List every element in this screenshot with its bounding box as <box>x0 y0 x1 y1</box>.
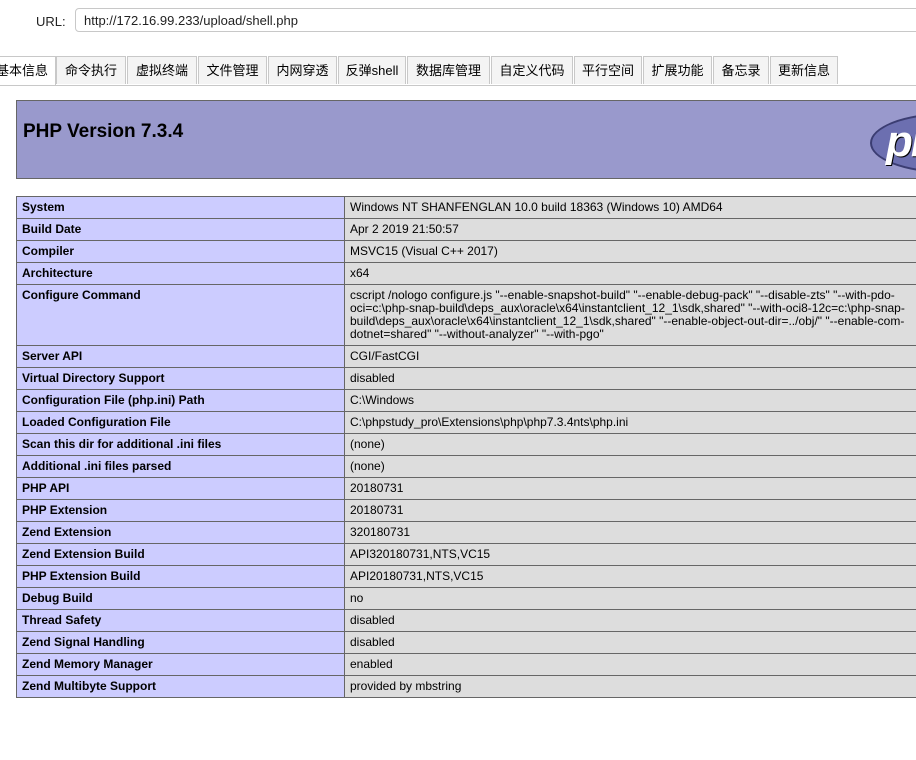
table-row: Zend Extension 320180731 <box>16 521 916 544</box>
table-row: Zend Memory Manager enabled <box>16 653 916 676</box>
row-key: Virtual Directory Support <box>16 367 345 390</box>
table-row: Configure Command cscript /nologo configu… <box>16 284 916 346</box>
row-value: Apr 2 2019 21:50:57 <box>344 218 916 241</box>
table-row: Zend Signal Handling disabled <box>16 631 916 654</box>
row-key: Server API <box>16 345 345 368</box>
row-key: Zend Memory Manager <box>16 653 345 676</box>
tab-parallel-space[interactable]: 平行空间 <box>574 56 642 84</box>
row-key: System <box>16 196 345 219</box>
php-version-header: PHP Version 7.3.4 php <box>16 100 916 179</box>
tab-virtual-terminal[interactable]: 虚拟终端 <box>127 56 197 84</box>
row-key: PHP Extension Build <box>16 565 345 588</box>
row-value: disabled <box>344 367 916 390</box>
url-bar: URL: <box>0 0 916 40</box>
php-logo: php <box>870 113 916 173</box>
row-value: enabled <box>344 653 916 676</box>
row-key: Scan this dir for additional .ini files <box>16 433 345 456</box>
table-row: System Windows NT SHANFENGLAN 10.0 build … <box>16 196 916 219</box>
tab-basic-info[interactable]: 基本信息 <box>0 56 56 85</box>
row-key: Zend Multibyte Support <box>16 675 345 698</box>
table-row: PHP Extension 20180731 <box>16 499 916 522</box>
url-label: URL: <box>36 14 66 29</box>
table-row: Architecture x64 <box>16 262 916 285</box>
row-value: cscript /nologo configure.js "--enable-s… <box>344 284 916 346</box>
table-row: PHP Extension Build API20180731,NTS,VC15 <box>16 565 916 588</box>
table-row: Scan this dir for additional .ini files(… <box>16 433 916 456</box>
table-row: Zend Extension Build API320180731,NTS,VC1… <box>16 543 916 566</box>
row-key: Compiler <box>16 240 345 263</box>
row-key: Debug Build <box>16 587 345 610</box>
row-value: x64 <box>344 262 916 285</box>
table-row: Build Date Apr 2 2019 21:50:57 <box>16 218 916 241</box>
row-key: Configure Command <box>16 284 345 346</box>
tab-database-manager[interactable]: 数据库管理 <box>407 56 490 84</box>
table-row: Configuration File (php.ini) Path C:\Wind… <box>16 389 916 412</box>
row-value: API20180731,NTS,VC15 <box>344 565 916 588</box>
phpinfo-panel: PHP Version 7.3.4 php SystemWindows NT S… <box>0 86 916 760</box>
row-key: PHP API <box>16 477 345 500</box>
row-key: Architecture <box>16 262 345 285</box>
table-row: Loaded Configuration File C:\phpstudy_pro… <box>16 411 916 434</box>
row-value: 20180731 <box>344 477 916 500</box>
tab-intranet-tunnel[interactable]: 内网穿透 <box>268 56 337 84</box>
row-key: Zend Signal Handling <box>16 631 345 654</box>
row-value: provided by mbstring <box>344 675 916 698</box>
row-value: no <box>344 587 916 610</box>
tab-reverse-shell[interactable]: 反弹shell <box>338 56 406 84</box>
row-value: disabled <box>344 631 916 654</box>
row-key: Additional .ini files parsed <box>16 455 345 478</box>
row-value: 320180731 <box>344 521 916 544</box>
tab-update-info[interactable]: 更新信息 <box>770 56 838 84</box>
page-title: PHP Version 7.3.4 <box>23 121 184 142</box>
table-row: PHP API 20180731 <box>16 477 916 500</box>
row-value: C:\Windows <box>344 389 916 412</box>
row-key: Zend Extension Build <box>16 543 345 566</box>
table-row: Compiler MSVC15 (Visual C++ 2017) <box>16 240 916 263</box>
tab-file-manager[interactable]: 文件管理 <box>198 56 267 84</box>
row-value: 20180731 <box>344 499 916 522</box>
url-input[interactable] <box>75 8 916 32</box>
row-value: Windows NT SHANFENGLAN 10.0 build 18363 … <box>344 196 916 219</box>
tab-command-exec[interactable]: 命令执行 <box>56 56 126 84</box>
row-key: Zend Extension <box>16 521 345 544</box>
row-key: Thread Safety <box>16 609 345 632</box>
tab-custom-code[interactable]: 自定义代码 <box>491 56 573 84</box>
table-row: Virtual Directory Support disabled <box>16 367 916 390</box>
php-logo-text: php <box>886 117 916 166</box>
row-value: disabled <box>344 609 916 632</box>
row-value: CGI/FastCGI <box>344 345 916 368</box>
table-row: Server API CGI/FastCGI <box>16 345 916 368</box>
row-value: C:\phpstudy_pro\Extensions\php\php7.3.4n… <box>344 411 916 434</box>
row-key: PHP Extension <box>16 499 345 522</box>
table-row: Zend Multibyte Support provided by mbstri… <box>16 675 916 698</box>
row-value: MSVC15 (Visual C++ 2017) <box>344 240 916 263</box>
table-row: Thread Safety disabled <box>16 609 916 632</box>
tab-extensions[interactable]: 扩展功能 <box>643 56 712 84</box>
table-row: Debug Build no <box>16 587 916 610</box>
row-value: (none) <box>344 433 916 456</box>
tab-bar: 基本信息 命令执行 虚拟终端 文件管理 内网穿透 反弹shell 数据库管理 自… <box>0 56 916 86</box>
row-key: Configuration File (php.ini) Path <box>16 389 345 412</box>
row-value: API320180731,NTS,VC15 <box>344 543 916 566</box>
row-value: (none) <box>344 455 916 478</box>
row-key: Loaded Configuration File <box>16 411 345 434</box>
table-row: Additional .ini files parsed (none) <box>16 455 916 478</box>
phpinfo-table: System Windows NT SHANFENGLAN 10.0 build … <box>16 196 916 698</box>
row-key: Build Date <box>16 218 345 241</box>
tab-memo[interactable]: 备忘录 <box>713 56 769 84</box>
